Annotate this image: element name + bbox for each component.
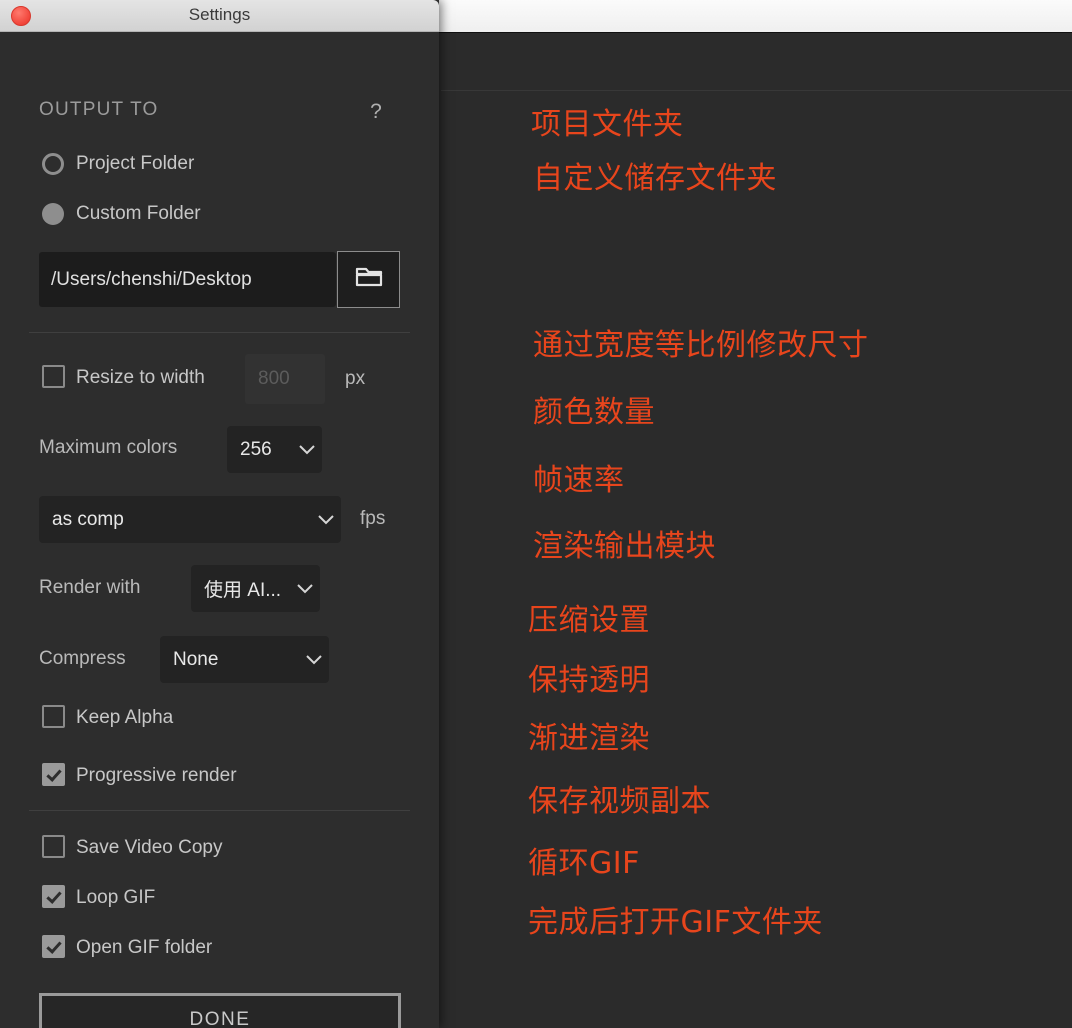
dialog-title: Settings	[188, 5, 251, 24]
checkbox-loop-gif[interactable]	[42, 885, 65, 908]
folder-icon	[355, 265, 383, 294]
divider-bottom	[29, 810, 410, 811]
dialog-body: OUTPUT TO ? Project Folder Custom Folder…	[0, 32, 439, 1028]
divider-top	[29, 332, 410, 333]
output-path-input[interactable]: /Users/chenshi/Desktop	[39, 252, 336, 307]
done-button[interactable]: DONE	[39, 993, 401, 1028]
settings-dialog: Settings OUTPUT TO ? Project Folder Cust…	[0, 0, 439, 1028]
checkbox-progressive-render[interactable]	[42, 763, 65, 786]
radio-custom-folder-label: Custom Folder	[76, 203, 201, 224]
resize-to-width-label: Resize to width	[76, 367, 205, 388]
fps-value: as comp	[52, 508, 124, 530]
chevron-down-icon	[299, 654, 329, 665]
annotation-label: 项目文件夹	[531, 107, 684, 142]
width-input[interactable]: 800	[245, 354, 325, 404]
checkbox-open-gif-folder[interactable]	[42, 935, 65, 958]
fps-select[interactable]: as comp	[39, 496, 341, 543]
save-video-copy-label: Save Video Copy	[76, 837, 223, 858]
checkbox-save-video-copy[interactable]	[42, 835, 65, 858]
render-with-label: Render with	[39, 577, 141, 598]
annotation-label: 渲染输出模块	[533, 529, 716, 564]
annotation-label: 保持透明	[528, 663, 650, 698]
annotation-label: 帧速率	[533, 463, 625, 498]
loop-gif-label: Loop GIF	[76, 887, 156, 908]
compress-select[interactable]: None	[160, 636, 329, 683]
render-with-value: 使用 AI...	[204, 580, 282, 601]
maximum-colors-label: Maximum colors	[39, 437, 178, 458]
chevron-down-icon	[311, 514, 341, 525]
chevron-down-icon	[292, 444, 322, 455]
keep-alpha-label: Keep Alpha	[76, 707, 174, 728]
annotation-label: 压缩设置	[528, 603, 650, 638]
compress-value: None	[173, 648, 219, 670]
radio-custom-folder[interactable]	[42, 203, 64, 225]
compress-label: Compress	[39, 648, 126, 669]
dialog-titlebar[interactable]: Settings	[0, 0, 439, 32]
browse-folder-button[interactable]	[337, 251, 400, 308]
radio-project-folder[interactable]	[42, 153, 64, 175]
app-panel-divider	[441, 90, 1072, 91]
annotation-label: 保存视频副本	[528, 784, 711, 819]
annotation-label: 通过宽度等比例修改尺寸	[533, 328, 869, 363]
checkbox-keep-alpha[interactable]	[42, 705, 65, 728]
annotation-label: 渐进渲染	[528, 721, 650, 756]
output-to-heading: OUTPUT TO	[39, 99, 159, 120]
radio-project-folder-label: Project Folder	[76, 153, 195, 174]
checkbox-resize-to-width[interactable]	[42, 365, 65, 388]
chevron-down-icon	[290, 583, 320, 594]
open-gif-folder-label: Open GIF folder	[76, 937, 213, 958]
help-icon[interactable]: ?	[367, 99, 385, 125]
render-with-select[interactable]: 使用 AI...	[191, 565, 320, 612]
annotation-label: 自定义储存文件夹	[533, 161, 777, 196]
maximum-colors-value: 256	[240, 438, 272, 460]
maximum-colors-select[interactable]: 256	[227, 426, 322, 473]
width-unit-label: px	[345, 368, 366, 389]
progressive-render-label: Progressive render	[76, 765, 237, 786]
annotation-label: 颜色数量	[533, 395, 655, 430]
annotation-label: 循环GIF	[528, 846, 640, 881]
annotation-label: 完成后打开GIF文件夹	[528, 905, 823, 940]
fps-unit-label: fps	[360, 508, 386, 529]
